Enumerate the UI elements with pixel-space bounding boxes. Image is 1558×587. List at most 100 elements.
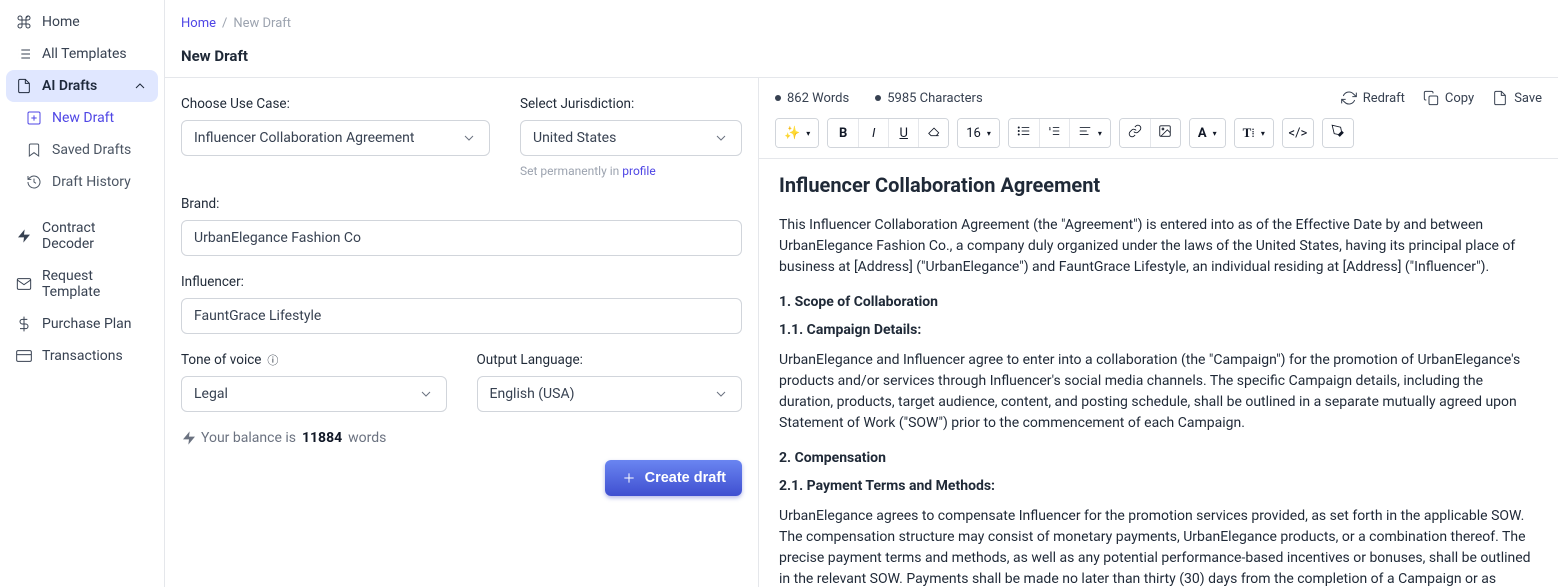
link-icon	[1128, 124, 1142, 142]
sidebar-label-ai-drafts: AI Drafts	[42, 78, 97, 94]
text-style-button[interactable]: T⁞▾	[1235, 119, 1273, 147]
ordered-list-button[interactable]	[1039, 119, 1069, 147]
create-draft-button[interactable]: Create draft	[605, 460, 742, 496]
bullet-list-button[interactable]	[1009, 119, 1039, 147]
chevron-down-icon	[713, 130, 729, 146]
document-scroll[interactable]: Influencer Collaboration Agreement This …	[759, 158, 1558, 587]
brand-input[interactable]: UrbanElegance Fashion Co	[181, 220, 742, 256]
use-case-select[interactable]: Influencer Collaboration Agreement	[181, 120, 490, 156]
file-icon	[16, 78, 32, 94]
char-count: 5985 Characters	[875, 91, 982, 106]
eraser-button[interactable]	[918, 119, 948, 147]
sidebar-item-saved-drafts[interactable]: Saved Drafts	[16, 134, 158, 166]
font-color-button[interactable]: A▾	[1190, 119, 1225, 147]
balance-text: Your balance is 11884 words	[181, 430, 742, 446]
link-button[interactable]	[1120, 119, 1150, 147]
highlight-icon	[1331, 124, 1345, 142]
copy-icon	[1423, 90, 1439, 106]
sidebar: Home All Templates AI Drafts New Draft S…	[0, 0, 165, 587]
sidebar-item-draft-history[interactable]: Draft History	[16, 166, 158, 198]
editor-stats: 862 Words 5985 Characters	[775, 91, 983, 106]
editor-panel: 862 Words 5985 Characters Redraft Copy	[759, 78, 1558, 587]
sidebar-item-all-templates[interactable]: All Templates	[6, 38, 158, 70]
sidebar-label-saved-drafts: Saved Drafts	[52, 142, 131, 158]
code-button[interactable]: </>	[1283, 119, 1313, 147]
use-case-value: Influencer Collaboration Agreement	[194, 130, 414, 146]
breadcrumb-home[interactable]: Home	[181, 16, 216, 31]
lang-value: English (USA)	[490, 386, 575, 402]
highlight-button[interactable]	[1323, 119, 1353, 147]
sidebar-item-ai-drafts[interactable]: AI Drafts	[6, 70, 158, 102]
save-button[interactable]: Save	[1492, 90, 1542, 106]
jurisdiction-value: United States	[533, 130, 616, 146]
sidebar-item-new-draft[interactable]: New Draft	[16, 102, 158, 134]
list-icon	[16, 46, 32, 62]
sidebar-item-contract-decoder[interactable]: Contract Decoder	[6, 212, 158, 260]
brand-value: UrbanElegance Fashion Co	[194, 230, 361, 246]
sidebar-label-transactions: Transactions	[42, 348, 123, 364]
influencer-input[interactable]: FauntGrace Lifestyle	[181, 298, 742, 334]
sidebar-item-transactions[interactable]: Transactions	[6, 340, 158, 372]
sidebar-label-decoder: Contract Decoder	[42, 220, 148, 252]
redraft-button[interactable]: Redraft	[1341, 90, 1405, 106]
bolt-icon	[181, 430, 197, 446]
underline-button[interactable]: U	[888, 119, 918, 147]
list-ul-icon	[1017, 124, 1031, 142]
copy-button[interactable]: Copy	[1423, 90, 1474, 106]
form-panel: Choose Use Case: Influencer Collaboratio…	[165, 78, 759, 587]
image-button[interactable]	[1150, 119, 1180, 147]
chevron-down-icon	[418, 386, 434, 402]
jurisdiction-label: Select Jurisdiction:	[520, 96, 742, 112]
italic-button[interactable]: I	[858, 119, 888, 147]
wand-icon: ✨	[784, 126, 800, 141]
doc-subsection-1-1: 1.1. Campaign Details:	[779, 322, 1538, 338]
lang-select[interactable]: English (USA)	[477, 376, 743, 412]
code-icon: </>	[1289, 126, 1308, 141]
sidebar-label-purchase: Purchase Plan	[42, 316, 132, 332]
use-case-label: Choose Use Case:	[181, 96, 490, 112]
file-icon	[1492, 90, 1508, 106]
history-icon	[26, 174, 42, 190]
refresh-icon	[1341, 90, 1357, 106]
mail-icon	[16, 276, 32, 292]
sidebar-item-purchase-plan[interactable]: Purchase Plan	[6, 308, 158, 340]
document-body[interactable]: Influencer Collaboration Agreement This …	[759, 159, 1558, 587]
editor-toolbar: ✨▾ B I U 16▾ ▾	[759, 118, 1558, 158]
sidebar-item-home[interactable]: Home	[6, 6, 158, 38]
chevron-down-icon	[713, 386, 729, 402]
influencer-label: Influencer:	[181, 274, 742, 290]
chevron-down-icon	[461, 130, 477, 146]
sidebar-item-request-template[interactable]: Request Template	[6, 260, 158, 308]
main: Home / New Draft New Draft Choose Use Ca…	[165, 0, 1558, 587]
word-count: 862 Words	[775, 91, 849, 106]
lang-label: Output Language:	[477, 352, 743, 368]
sidebar-sub-ai-drafts: New Draft Saved Drafts Draft History	[6, 102, 158, 198]
magic-button[interactable]: ✨▾	[776, 119, 818, 147]
brand-label: Brand:	[181, 196, 742, 212]
breadcrumb-current: New Draft	[233, 16, 291, 31]
jurisdiction-select[interactable]: United States	[520, 120, 742, 156]
doc-section-2: 2. Compensation	[779, 450, 1538, 466]
plus-square-icon	[26, 110, 42, 126]
eraser-icon	[927, 124, 941, 142]
tone-label: Tone of voice ⓘ	[181, 352, 447, 368]
bolt-icon	[16, 228, 32, 244]
tone-select[interactable]: Legal	[181, 376, 447, 412]
sidebar-label-home: Home	[42, 14, 80, 30]
align-icon	[1078, 124, 1092, 142]
align-button[interactable]: ▾	[1069, 119, 1110, 147]
page-title: New Draft	[165, 39, 1558, 77]
bold-button[interactable]: B	[828, 119, 858, 147]
image-icon	[1158, 124, 1172, 142]
doc-intro: This Influencer Collaboration Agreement …	[779, 215, 1538, 278]
sidebar-label-draft-history: Draft History	[52, 174, 131, 190]
jurisdiction-hint: Set permanently in profile	[520, 164, 742, 178]
command-icon	[16, 14, 32, 30]
profile-link[interactable]: profile	[622, 164, 655, 178]
list-ol-icon	[1047, 124, 1061, 142]
influencer-value: FauntGrace Lifestyle	[194, 308, 321, 324]
card-icon	[16, 348, 32, 364]
doc-title: Influencer Collaboration Agreement	[779, 173, 1538, 197]
info-icon: ⓘ	[265, 352, 281, 368]
font-size-select[interactable]: 16▾	[958, 119, 999, 147]
